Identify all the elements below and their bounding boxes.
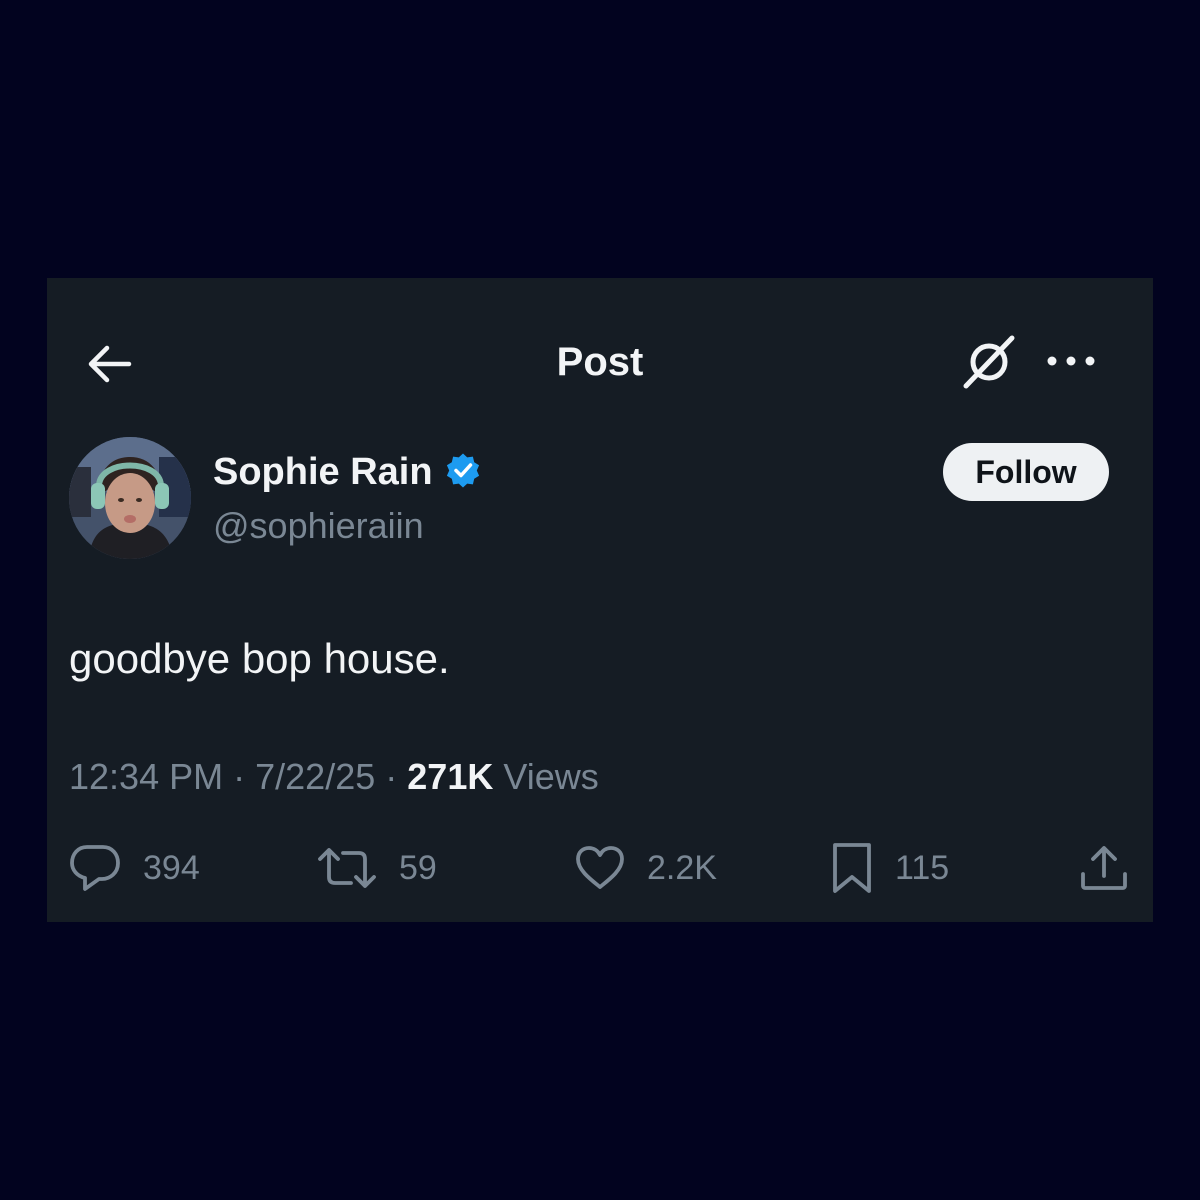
post-text: goodbye bop house. <box>69 635 450 682</box>
verified-badge-icon <box>445 452 481 493</box>
author-name-row[interactable]: Sophie Rain <box>213 448 481 496</box>
action-bar: 394 59 2.2K 115 <box>47 838 1153 898</box>
bookmark-button[interactable]: 115 <box>831 838 949 898</box>
grok-icon <box>960 334 1018 395</box>
views-label: Views <box>503 756 599 797</box>
heart-icon <box>575 845 625 891</box>
share-button[interactable] <box>1079 838 1129 898</box>
repost-icon <box>317 845 377 891</box>
top-bar: Post <box>47 278 1153 448</box>
grok-button[interactable] <box>957 334 1021 394</box>
more-dots-icon <box>1046 354 1096 372</box>
post-time: 12:34 PM <box>69 756 224 797</box>
avatar[interactable] <box>69 437 191 559</box>
meta-separator: · <box>385 756 398 797</box>
reply-button[interactable]: 394 <box>69 838 200 898</box>
author-display-name: Sophie Rain <box>213 451 433 493</box>
post-meta: 12:34 PM · 7/22/25 · 271K Views <box>69 754 599 800</box>
bookmark-icon <box>831 841 873 895</box>
repost-button[interactable]: 59 <box>317 838 437 898</box>
post-date[interactable]: 7/22/25 <box>255 756 375 797</box>
views-count[interactable]: 271K <box>407 756 493 797</box>
like-button[interactable]: 2.2K <box>575 838 717 898</box>
reply-icon <box>69 843 121 893</box>
meta-separator: · <box>233 756 246 797</box>
follow-button[interactable]: Follow <box>943 443 1109 501</box>
repost-count: 59 <box>399 848 437 887</box>
share-icon <box>1079 844 1129 892</box>
reply-count: 394 <box>143 848 200 887</box>
post-card: Post Sophie Rain @sophieraiin Follow goo… <box>47 278 1153 922</box>
author-handle[interactable]: @sophieraiin <box>213 503 424 549</box>
like-count: 2.2K <box>647 848 717 887</box>
more-options-button[interactable] <box>1039 338 1103 388</box>
bookmark-count: 115 <box>895 848 950 887</box>
